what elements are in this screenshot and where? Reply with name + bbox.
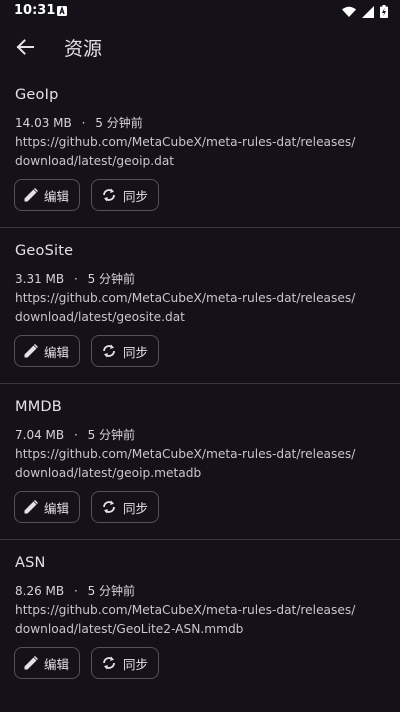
sync-button-label: 同步 [123,500,149,516]
resource-size: 3.31 MB [15,272,65,286]
meta-separator: · [73,584,78,598]
resource-url: https://github.com/MetaCubeX/meta-rules-… [15,601,385,639]
status-bar: 10:31 [0,0,400,24]
resource-url-line: https://github.com/MetaCubeX/meta-rules-… [15,291,356,305]
resource-url-line: download/latest/geoip.metadb [15,466,202,480]
edit-button[interactable]: 编辑 [14,335,81,367]
resource-name: GeoSite [15,243,74,259]
resource-url-line: download/latest/GeoLite2-ASN.mmdb [15,622,244,636]
signal-icon [362,5,374,18]
resource-meta: 14.03 MB · 5 分钟前 [15,114,143,131]
resource-size: 7.04 MB [15,428,65,442]
resource-name: MMDB [15,399,62,415]
page-title: 资源 [64,38,103,60]
edit-button[interactable]: 编辑 [14,491,81,523]
resource-actions: 编辑 同步 [14,179,160,211]
notification-a-icon [57,6,67,16]
resource-url: https://github.com/MetaCubeX/meta-rules-… [15,133,385,171]
resource-url-line: https://github.com/MetaCubeX/meta-rules-… [15,447,356,461]
sync-button[interactable]: 同步 [91,647,160,679]
resource-actions: 编辑 同步 [14,491,160,523]
resource-url-line: download/latest/geosite.dat [15,310,185,324]
resource-url-line: https://github.com/MetaCubeX/meta-rules-… [15,135,356,149]
edit-button-label: 编辑 [44,500,70,516]
edit-button-label: 编辑 [44,344,70,360]
sync-button[interactable]: 同步 [91,491,160,523]
pencil-icon [24,500,38,514]
resource-meta: 7.04 MB · 5 分钟前 [15,426,135,443]
resource-updated: 5 分钟前 [87,584,136,598]
status-icons [342,5,388,18]
resource-name: ASN [15,555,46,571]
back-button[interactable] [10,32,40,62]
resource-list: GeoIp 14.03 MB · 5 分钟前 https://github.co… [0,72,400,696]
sync-icon [103,188,115,202]
resource-updated: 5 分钟前 [87,428,136,442]
edit-button[interactable]: 编辑 [14,647,81,679]
sync-button-label: 同步 [123,344,149,360]
sync-icon [103,500,115,514]
pencil-icon [24,188,38,202]
wifi-icon [342,6,356,17]
resource-url: https://github.com/MetaCubeX/meta-rules-… [15,445,385,483]
meta-separator: · [81,116,86,130]
edit-button-label: 编辑 [44,188,70,204]
battery-charging-icon [380,5,388,18]
resource-size: 8.26 MB [15,584,65,598]
edit-button[interactable]: 编辑 [14,179,81,211]
resource-actions: 编辑 同步 [14,335,160,367]
arrow-left-icon [16,39,34,55]
resource-actions: 编辑 同步 [14,647,160,679]
pencil-icon [24,656,38,670]
sync-button-label: 同步 [123,188,149,204]
sync-button[interactable]: 同步 [91,335,160,367]
meta-separator: · [73,428,78,442]
resource-updated: 5 分钟前 [87,272,136,286]
edit-button-label: 编辑 [44,656,70,672]
resource-url-line: download/latest/geoip.dat [15,154,175,168]
pencil-icon [24,344,38,358]
resource-item: GeoSite 3.31 MB · 5 分钟前 https://github.c… [0,228,400,384]
sync-icon [103,344,115,358]
resource-name: GeoIp [15,87,59,103]
meta-separator: · [73,272,78,286]
resource-updated: 5 分钟前 [95,116,143,130]
resource-meta: 8.26 MB · 5 分钟前 [15,582,135,599]
resource-item: MMDB 7.04 MB · 5 分钟前 https://github.com/… [0,384,400,540]
status-time: 10:31 [14,3,56,18]
resource-size: 14.03 MB [15,116,72,130]
app-bar: 资源 [0,24,400,70]
resource-url: https://github.com/MetaCubeX/meta-rules-… [15,289,385,327]
resource-item: GeoIp 14.03 MB · 5 分钟前 https://github.co… [0,72,400,228]
sync-icon [103,656,115,670]
resource-meta: 3.31 MB · 5 分钟前 [15,270,135,287]
resource-item: ASN 8.26 MB · 5 分钟前 https://github.com/M… [0,540,400,696]
sync-button-label: 同步 [123,656,149,672]
sync-button[interactable]: 同步 [91,179,160,211]
resource-url-line: https://github.com/MetaCubeX/meta-rules-… [15,603,356,617]
